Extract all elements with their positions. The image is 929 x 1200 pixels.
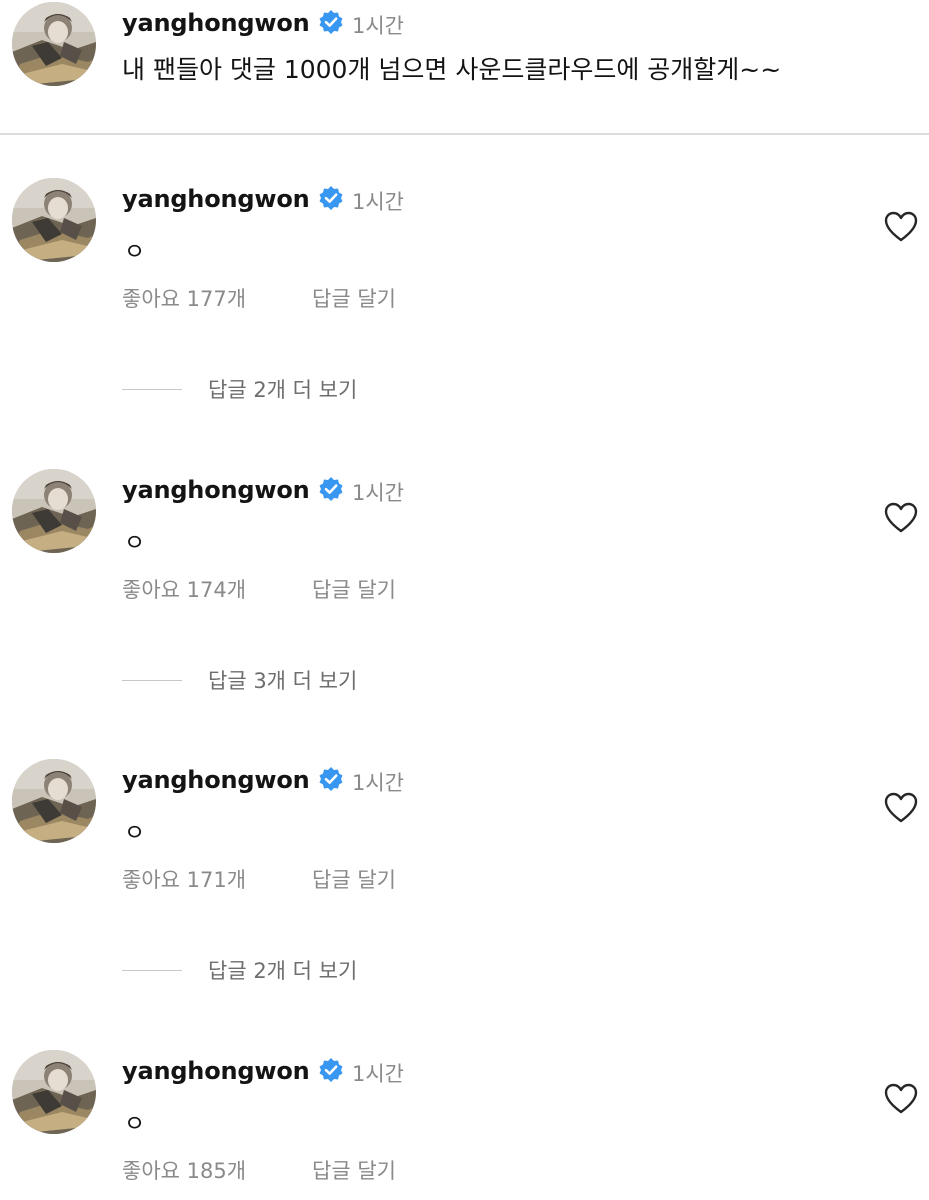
- avatar[interactable]: [12, 178, 96, 262]
- verified-badge-icon: [318, 476, 344, 502]
- avatar-image: [12, 2, 96, 86]
- reply-thread-line: [122, 388, 182, 390]
- reply-thread-line: [122, 679, 182, 681]
- comment-timestamp: 1시간: [352, 190, 405, 214]
- view-replies-button[interactable]: 답글 2개 더 보기: [122, 955, 357, 985]
- heart-icon[interactable]: [884, 1083, 918, 1115]
- post-caption: 내 팬들아 댓글 1000개 넘으면 사운드클라우드에 공개할게~~: [122, 55, 782, 84]
- reply-button[interactable]: 답글 달기: [312, 1155, 396, 1185]
- comment-timestamp: 1시간: [352, 1062, 405, 1086]
- comment-timestamp: 1시간: [352, 481, 405, 505]
- verified-badge-icon: [318, 766, 344, 792]
- post-timestamp: 1시간: [352, 14, 405, 38]
- like-count[interactable]: 좋아요 171개: [122, 864, 246, 894]
- comment-username[interactable]: yanghongwon: [122, 766, 310, 794]
- comment-text: ㅇ: [124, 1111, 146, 1137]
- like-count[interactable]: 좋아요 174개: [122, 574, 246, 604]
- comment-username[interactable]: yanghongwon: [122, 185, 310, 213]
- avatar-image: [12, 759, 96, 843]
- divider: [0, 133, 929, 135]
- view-replies-label: 답글 2개 더 보기: [208, 378, 358, 402]
- reply-button[interactable]: 답글 달기: [312, 283, 396, 313]
- view-replies-button[interactable]: 답글 3개 더 보기: [122, 665, 357, 695]
- like-count[interactable]: 좋아요 185개: [122, 1155, 246, 1185]
- avatar[interactable]: [12, 2, 96, 86]
- view-replies-label: 답글 2개 더 보기: [208, 959, 358, 983]
- view-replies-label: 답글 3개 더 보기: [208, 669, 358, 693]
- comment-timestamp: 1시간: [352, 771, 405, 795]
- avatar[interactable]: [12, 469, 96, 553]
- avatar[interactable]: [12, 759, 96, 843]
- avatar-image: [12, 178, 96, 262]
- post-username[interactable]: yanghongwon: [122, 9, 310, 37]
- heart-icon[interactable]: [884, 211, 918, 243]
- comment-text: ㅇ: [124, 820, 146, 846]
- heart-icon[interactable]: [884, 792, 918, 824]
- comment-username[interactable]: yanghongwon: [122, 1057, 310, 1085]
- comment-text: ㅇ: [124, 239, 146, 265]
- reply-button[interactable]: 답글 달기: [312, 864, 396, 894]
- view-replies-button[interactable]: 답글 2개 더 보기: [122, 374, 357, 404]
- avatar-image: [12, 469, 96, 553]
- heart-icon[interactable]: [884, 502, 918, 534]
- avatar[interactable]: [12, 1050, 96, 1134]
- like-count[interactable]: 좋아요 177개: [122, 283, 246, 313]
- avatar-image: [12, 1050, 96, 1134]
- verified-badge-icon: [318, 185, 344, 211]
- verified-badge-icon: [318, 1057, 344, 1083]
- comment-text: ㅇ: [124, 530, 146, 556]
- verified-badge-icon: [318, 9, 344, 35]
- reply-thread-line: [122, 969, 182, 971]
- reply-button[interactable]: 답글 달기: [312, 574, 396, 604]
- comment-username[interactable]: yanghongwon: [122, 476, 310, 504]
